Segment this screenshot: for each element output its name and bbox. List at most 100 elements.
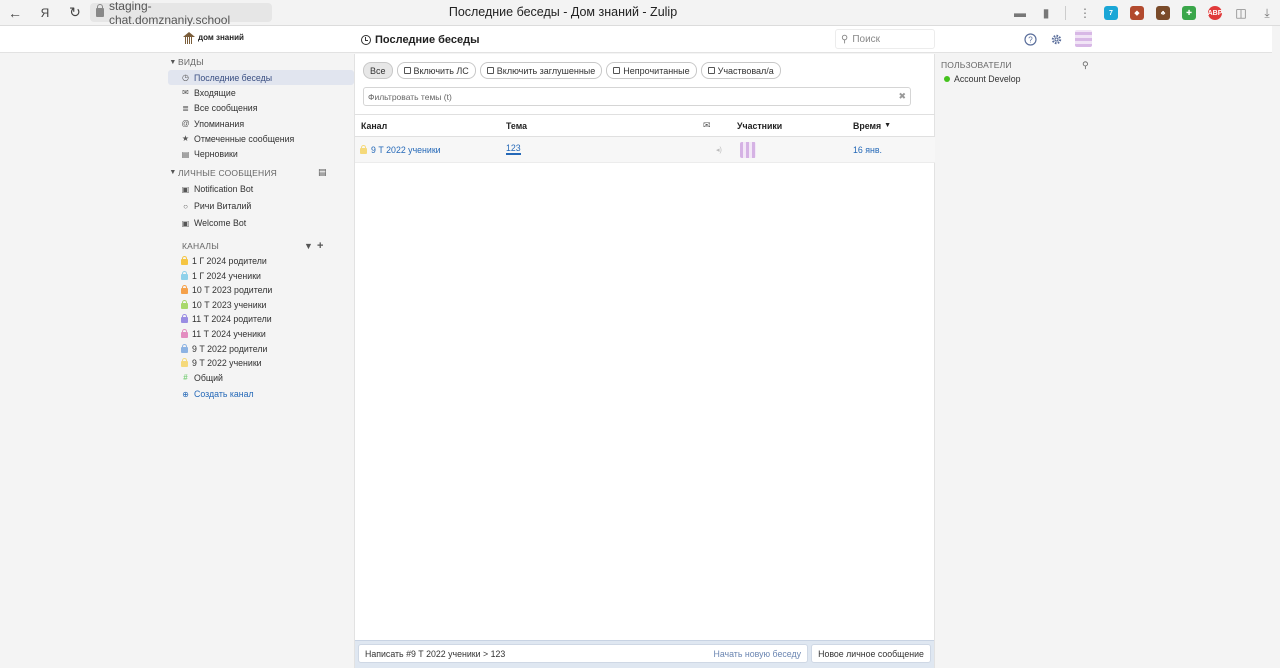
column-channel[interactable]: Канал [361, 115, 387, 136]
menu-dots-icon[interactable]: ⋮ [1072, 0, 1098, 26]
column-time-header[interactable]: Время ▼ [853, 115, 891, 136]
extension-icon[interactable]: 7 [1098, 0, 1124, 26]
channel-item[interactable]: 9 Т 2022 ученики [168, 356, 354, 371]
checkbox-icon [613, 67, 621, 74]
address-bar[interactable]: staging-chat.domznaniy.school [90, 0, 272, 27]
compose-message-button[interactable]: Написать #9 Т 2022 ученики > 123 Начать … [358, 644, 808, 663]
channel-item[interactable]: 11 Т 2024 ученики [168, 327, 354, 342]
channel-item[interactable]: 1 Г 2024 родители [168, 254, 354, 269]
nav-label: Упоминания [194, 118, 245, 129]
reload-icon[interactable]: ↻ [60, 0, 90, 26]
bookmark-icon[interactable]: ▮ [1033, 0, 1059, 26]
channel-item-general[interactable]: # Общий [168, 371, 354, 386]
bot-icon: ▣ [181, 218, 190, 228]
search-icon: ⚲ [841, 33, 849, 45]
filter-all-button[interactable]: Все [363, 62, 393, 79]
adblock-icon[interactable]: ABP [1202, 0, 1228, 26]
channel-item[interactable]: 9 Т 2022 родители [168, 341, 354, 356]
add-channel-icon[interactable]: + [317, 240, 324, 252]
logo[interactable]: дом знаний [183, 32, 244, 44]
row-topic-link[interactable]: 123 [506, 144, 521, 155]
nav-mentions[interactable]: @ Упоминания [168, 116, 354, 131]
column-topic[interactable]: Тема [506, 115, 527, 136]
create-channel-link[interactable]: ⊕ Создать канал [168, 385, 354, 403]
svg-text:?: ? [1028, 35, 1033, 44]
filter-icon[interactable]: ▼ [304, 241, 313, 251]
row-time-link[interactable]: 16 янв. [853, 145, 882, 155]
nav-recent-conversations[interactable]: ◷ Последние беседы [168, 70, 354, 86]
unread-envelope-icon[interactable]: ✉ [703, 115, 710, 136]
dm-item-welcome-bot[interactable]: ▣ Welcome Bot [168, 215, 354, 232]
user-search-icon[interactable]: ⚲ [1082, 60, 1089, 71]
filter-unread-toggle[interactable]: Непрочитанные [606, 62, 697, 79]
filter-label: Включить ЛС [413, 65, 469, 76]
compose-dm-icon[interactable]: ▤ [318, 167, 327, 178]
avatar[interactable] [1075, 30, 1092, 47]
search-input[interactable]: ⚲ Поиск [835, 29, 935, 49]
nav-drafts[interactable]: ▤ Черновики [168, 146, 354, 161]
dm-header[interactable]: ▼ ЛИЧНЫЕ СООБЩЕНИЯ ▤ [168, 165, 354, 181]
chat-icon[interactable]: ▬ [1007, 0, 1033, 26]
download-icon[interactable]: ⤓ [1254, 0, 1280, 26]
help-icon[interactable]: ? [1023, 32, 1037, 46]
dm-label: Welcome Bot [194, 218, 247, 229]
all-messages-icon: ≣ [182, 103, 189, 113]
filter-include-dm-toggle[interactable]: Включить ЛС [396, 62, 476, 79]
lock-icon [96, 4, 104, 17]
dm-label: ЛИЧНЫЕ СООБЩЕНИЯ [178, 167, 278, 178]
channel-label: 9 Т 2022 ученики [192, 358, 262, 369]
channel-item[interactable]: 10 Т 2023 родители [168, 283, 354, 298]
row-channel-link[interactable]: 9 Т 2022 ученики [371, 145, 441, 155]
extension-icon[interactable]: ♣ [1150, 0, 1176, 26]
row-participants [740, 137, 756, 162]
user-item[interactable]: Account Develop [944, 74, 1021, 84]
channel-label: 9 Т 2022 родители [192, 343, 268, 354]
new-topic-button[interactable]: Начать новую беседу [713, 649, 801, 659]
nav-inbox[interactable]: ✉ Входящие [168, 85, 354, 100]
participant-avatar[interactable] [740, 141, 756, 158]
topic-filter-input[interactable]: Фильтровать темы (t) ✖ [363, 87, 911, 106]
volume-icon[interactable]: ◂) [716, 137, 722, 162]
lock-icon [181, 270, 188, 280]
new-dm-button[interactable]: Новое личное сообщение [811, 644, 931, 663]
toolbar-divider [1065, 6, 1066, 20]
nav-label: Все сообщения [194, 103, 258, 114]
clock-icon [361, 35, 371, 45]
filter-include-muted-toggle[interactable]: Включить заглушенные [479, 62, 603, 79]
row-time[interactable]: 16 янв. [853, 137, 882, 162]
channel-item[interactable]: 11 Т 2024 родители [168, 312, 354, 327]
app-header: дом знаний Последние беседы ⚲ Поиск ? [0, 26, 1280, 53]
channel-item[interactable]: 10 Т 2023 ученики [168, 298, 354, 313]
nav-all-messages[interactable]: ≣ Все сообщения [168, 101, 354, 116]
checkbox-icon [486, 67, 494, 74]
extension-icon[interactable]: ◆ [1124, 0, 1150, 26]
add-circle-icon: ⊕ [182, 389, 189, 399]
search-placeholder: Поиск [852, 33, 881, 45]
scrollbar[interactable] [1272, 26, 1280, 668]
checkbox-icon [403, 67, 411, 74]
channel-label: 11 Т 2024 родители [192, 314, 272, 325]
row-channel[interactable]: 9 Т 2022 ученики [360, 137, 441, 162]
views-header[interactable]: ▼ ВИДЫ [168, 54, 354, 70]
yandex-icon[interactable]: Я [30, 0, 60, 26]
topic-filter-placeholder: Фильтровать темы (t) [368, 91, 452, 102]
filter-label: Участвовал/а [717, 65, 774, 76]
dm-item-notification-bot[interactable]: ▣ Notification Bot [168, 181, 354, 198]
channel-item[interactable]: 1 Г 2024 ученики [168, 268, 354, 283]
gear-icon[interactable] [1049, 32, 1063, 46]
back-icon[interactable]: ← [0, 0, 30, 26]
clear-icon[interactable]: ✖ [898, 91, 906, 102]
browser-toolbar: ← Я ↻ staging-chat.domznaniy.school Посл… [0, 0, 1280, 27]
puzzle-icon[interactable]: ◫ [1228, 0, 1254, 26]
filter-participated-toggle[interactable]: Участвовал/а [700, 62, 781, 79]
row-topic[interactable]: 123 [506, 137, 521, 162]
extension-icon[interactable]: ✚ [1176, 0, 1202, 26]
url-text: staging-chat.domznaniy.school [108, 0, 231, 27]
channels-header[interactable]: КАНАЛЫ ▼ + [168, 238, 354, 254]
page-title-text: Последние беседы [375, 34, 480, 46]
clock-icon: ◷ [182, 73, 189, 83]
dm-item-richi[interactable]: ○ Ричи Виталий [168, 198, 354, 215]
column-participants: Участники [737, 120, 783, 131]
nav-starred[interactable]: ★ Отмеченные сообщения [168, 131, 354, 146]
channel-label: 10 Т 2023 ученики [192, 299, 267, 310]
